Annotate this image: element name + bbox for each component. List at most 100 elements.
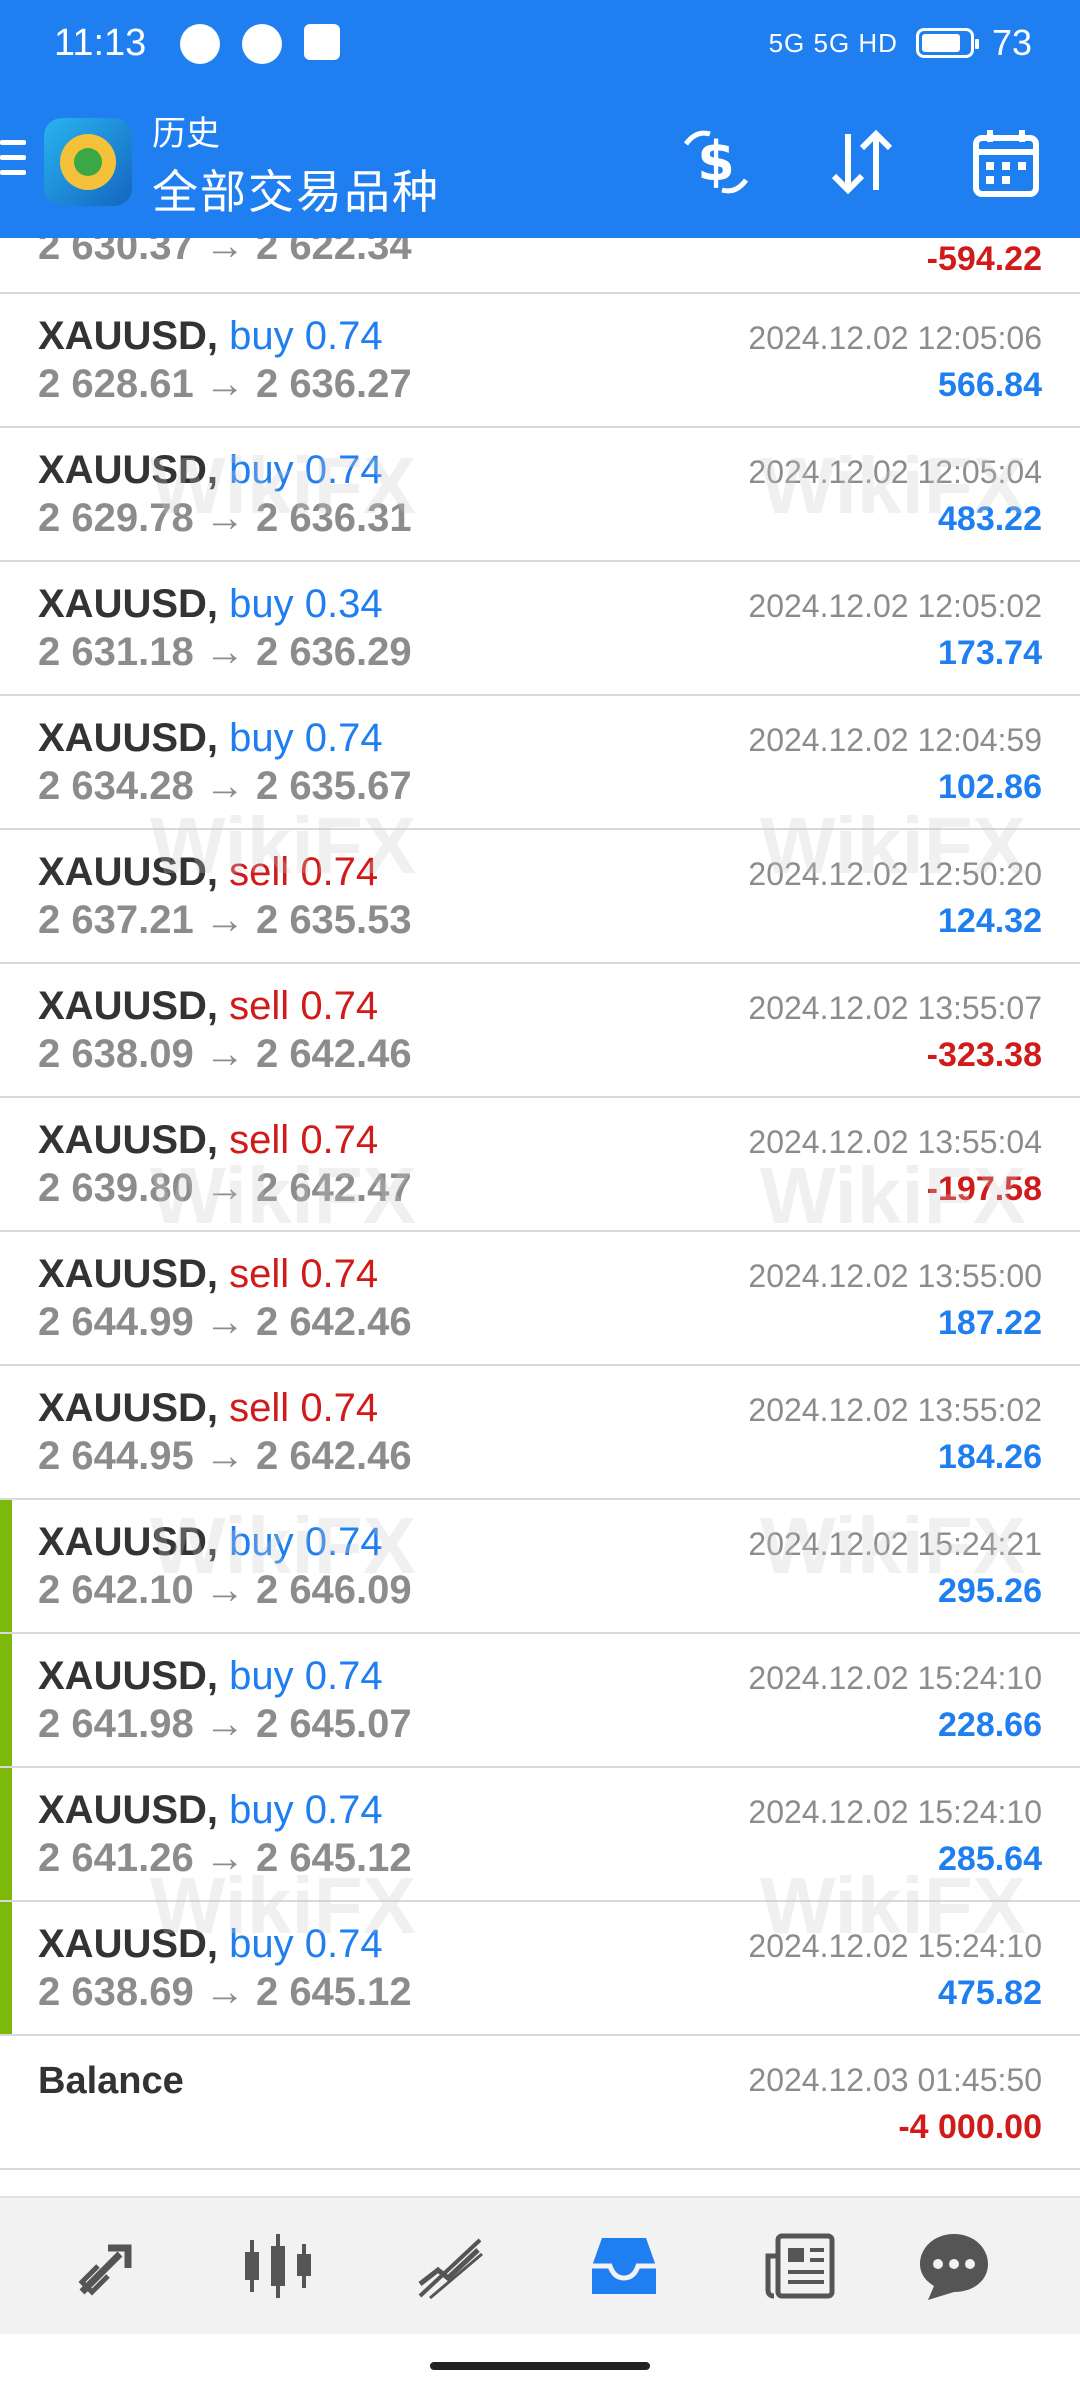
- trade-header: XAUUSD, buy 0.74: [38, 448, 383, 492]
- trade-prices: 2 628.61 → 2 636.27: [38, 362, 412, 406]
- trade-row[interactable]: XAUUSD, buy 0.74 2 641.26 → 2 645.12 202…: [0, 1768, 1080, 1902]
- trade-prices: 2 629.78 → 2 636.31: [38, 496, 412, 540]
- trade-profit: 566.84: [938, 366, 1042, 404]
- trade-profit: -594.22: [926, 240, 1042, 278]
- balance-row[interactable]: Balance 2024.12.03 01:45:50 -4 000.00: [0, 2036, 1080, 2170]
- trade-date: 2024.12.02 15:24:10: [748, 1660, 1042, 1696]
- trade-row[interactable]: XAUUSD, sell 0.74 2 644.95 → 2 642.46 20…: [0, 1366, 1080, 1500]
- trade-row[interactable]: XAUUSD, sell 0.74 2 638.09 → 2 642.46 20…: [0, 964, 1080, 1098]
- trade-header: XAUUSD, buy 0.74: [38, 1922, 383, 1966]
- trade-profit: 295.26: [938, 1572, 1042, 1610]
- open-marker: [0, 1902, 12, 2034]
- trade-row[interactable]: XAUUSD, sell 0.74 2 637.21 → 2 635.53 20…: [0, 830, 1080, 964]
- trade-date: 2024.12.02 12:05:06: [748, 320, 1042, 356]
- trade-prices: 2 638.69 → 2 645.12: [38, 1970, 412, 2014]
- open-marker: [0, 1768, 12, 1900]
- trade-prices: 2 639.80 → 2 642.47: [38, 1166, 412, 1210]
- trade-header: XAUUSD, sell 0.74: [38, 1386, 379, 1430]
- app-notification-icon: [304, 24, 340, 60]
- trade-row[interactable]: XAUUSD, buy 0.74 2 634.28 → 2 635.67 202…: [0, 696, 1080, 830]
- open-marker: [0, 1500, 12, 1632]
- chat-notification-icon: [242, 24, 282, 64]
- trade-profit: 102.86: [938, 768, 1042, 806]
- trade-date: 2024.12.02 12:05:02: [748, 588, 1042, 624]
- open-marker: [0, 1634, 12, 1766]
- history-icon[interactable]: [584, 2226, 664, 2306]
- calendar-icon[interactable]: [966, 122, 1046, 202]
- trade-header: XAUUSD, buy 0.74: [38, 314, 383, 358]
- sort-icon[interactable]: [822, 122, 902, 202]
- trade-header: XAUUSD, buy 0.74: [38, 1788, 383, 1832]
- trade-prices: 2 641.98 → 2 645.07: [38, 1702, 412, 1746]
- trade-prices: 2 641.26 → 2 645.12: [38, 1836, 412, 1880]
- trade-row[interactable]: XAUUSD, buy 0.74 2 628.61 → 2 636.27 202…: [0, 294, 1080, 428]
- chat-icon[interactable]: [914, 2226, 994, 2306]
- trade-profit: 228.66: [938, 1706, 1042, 1744]
- trade-prices: 2 631.18 → 2 636.29: [38, 630, 412, 674]
- app-logo: [44, 118, 132, 206]
- trade-profit: -197.58: [926, 1170, 1042, 1208]
- trade-date: 2024.12.02 13:55:07: [748, 990, 1042, 1026]
- status-bar: 11:13 5G 5G HD 73: [0, 0, 1080, 92]
- battery-icon: [915, 28, 979, 58]
- trade-profit: 173.74: [938, 634, 1042, 672]
- trade-profit: 187.22: [938, 1304, 1042, 1342]
- trade-header: XAUUSD, buy 0.74: [38, 1520, 383, 1564]
- trade-header: XAUUSD, sell 0.74: [38, 1118, 379, 1162]
- trade-header: XAUUSD, sell 0.74: [38, 1252, 379, 1296]
- history-list: 2 630.37 → 2 622.34 -594.22 XAUUSD, buy …: [0, 238, 1080, 2170]
- status-right: 5G 5G HD 73: [769, 22, 1032, 64]
- trade-row[interactable]: XAUUSD, buy 0.74 2 638.69 → 2 645.12 202…: [0, 1902, 1080, 2036]
- chart-candles-icon[interactable]: [238, 2226, 318, 2306]
- trade-prices: 2 630.37 → 2 622.34: [38, 238, 412, 268]
- trade-date: 2024.12.02 12:50:20: [748, 856, 1042, 892]
- trade-prices: 2 644.95 → 2 642.46: [38, 1434, 412, 1478]
- trade-date: 2024.12.02 12:04:59: [748, 722, 1042, 758]
- trade-row[interactable]: XAUUSD, buy 0.74 2 642.10 → 2 646.09 202…: [0, 1500, 1080, 1634]
- trade-date: 2024.12.02 13:55:02: [748, 1392, 1042, 1428]
- notification-icon: [180, 24, 220, 64]
- trade-header: XAUUSD, buy 0.74: [38, 1654, 383, 1698]
- news-icon[interactable]: [760, 2226, 840, 2306]
- trade-header: XAUUSD, sell 0.74: [38, 984, 379, 1028]
- trade-profit: 285.64: [938, 1840, 1042, 1878]
- trade-prices: 2 638.09 → 2 642.46: [38, 1032, 412, 1076]
- trade-row[interactable]: XAUUSD, buy 0.74 2 641.98 → 2 645.07 202…: [0, 1634, 1080, 1768]
- trade-date: 2024.12.02 15:24:10: [748, 1794, 1042, 1830]
- trade-row[interactable]: XAUUSD, buy 0.34 2 631.18 → 2 636.29 202…: [0, 562, 1080, 696]
- balance-label: Balance: [38, 2060, 184, 2102]
- header-title[interactable]: 全部交易品种: [152, 156, 440, 222]
- menu-icon[interactable]: [0, 140, 26, 185]
- svg-text:$: $: [697, 130, 735, 193]
- trade-icon[interactable]: [68, 2226, 148, 2306]
- bottom-navigation: [0, 2196, 1080, 2334]
- balance-amount: -4 000.00: [898, 2108, 1042, 2146]
- trade-header: XAUUSD, sell 0.74: [38, 850, 379, 894]
- notification-icons: [180, 24, 340, 64]
- signal-indicator: 5G 5G HD: [768, 27, 898, 58]
- trade-profit: -323.38: [926, 1036, 1042, 1074]
- header-subtitle: 历史: [152, 115, 220, 153]
- status-time: 11:13: [54, 22, 147, 64]
- home-indicator[interactable]: [430, 2362, 650, 2370]
- trade-row[interactable]: XAUUSD, buy 0.74 2 629.78 → 2 636.31 202…: [0, 428, 1080, 562]
- trade-row[interactable]: 2 630.37 → 2 622.34 -594.22: [0, 238, 1080, 294]
- balance-date: 2024.12.03 01:45:50: [748, 2062, 1042, 2098]
- battery-level: 73: [991, 22, 1032, 63]
- trade-prices: 2 634.28 → 2 635.67: [38, 764, 412, 808]
- trade-header: XAUUSD, buy 0.74: [38, 716, 383, 760]
- app-header: 历史 全部交易品种 $: [0, 92, 1080, 238]
- trade-profit: 475.82: [938, 1974, 1042, 2012]
- trend-icon[interactable]: [410, 2226, 490, 2306]
- trade-profit: 124.32: [938, 902, 1042, 940]
- trade-date: 2024.12.02 12:05:04: [748, 454, 1042, 490]
- trade-header: XAUUSD, buy 0.34: [38, 582, 383, 626]
- trade-prices: 2 637.21 → 2 635.53: [38, 898, 412, 942]
- trade-date: 2024.12.02 15:24:21: [748, 1526, 1042, 1562]
- currency-icon[interactable]: $: [676, 122, 756, 202]
- trade-row[interactable]: XAUUSD, sell 0.74 2 644.99 → 2 642.46 20…: [0, 1232, 1080, 1366]
- trade-date: 2024.12.02 15:24:10: [748, 1928, 1042, 1964]
- trade-row[interactable]: XAUUSD, sell 0.74 2 639.80 → 2 642.47 20…: [0, 1098, 1080, 1232]
- trade-profit: 184.26: [938, 1438, 1042, 1476]
- trade-date: 2024.12.02 13:55:04: [748, 1124, 1042, 1160]
